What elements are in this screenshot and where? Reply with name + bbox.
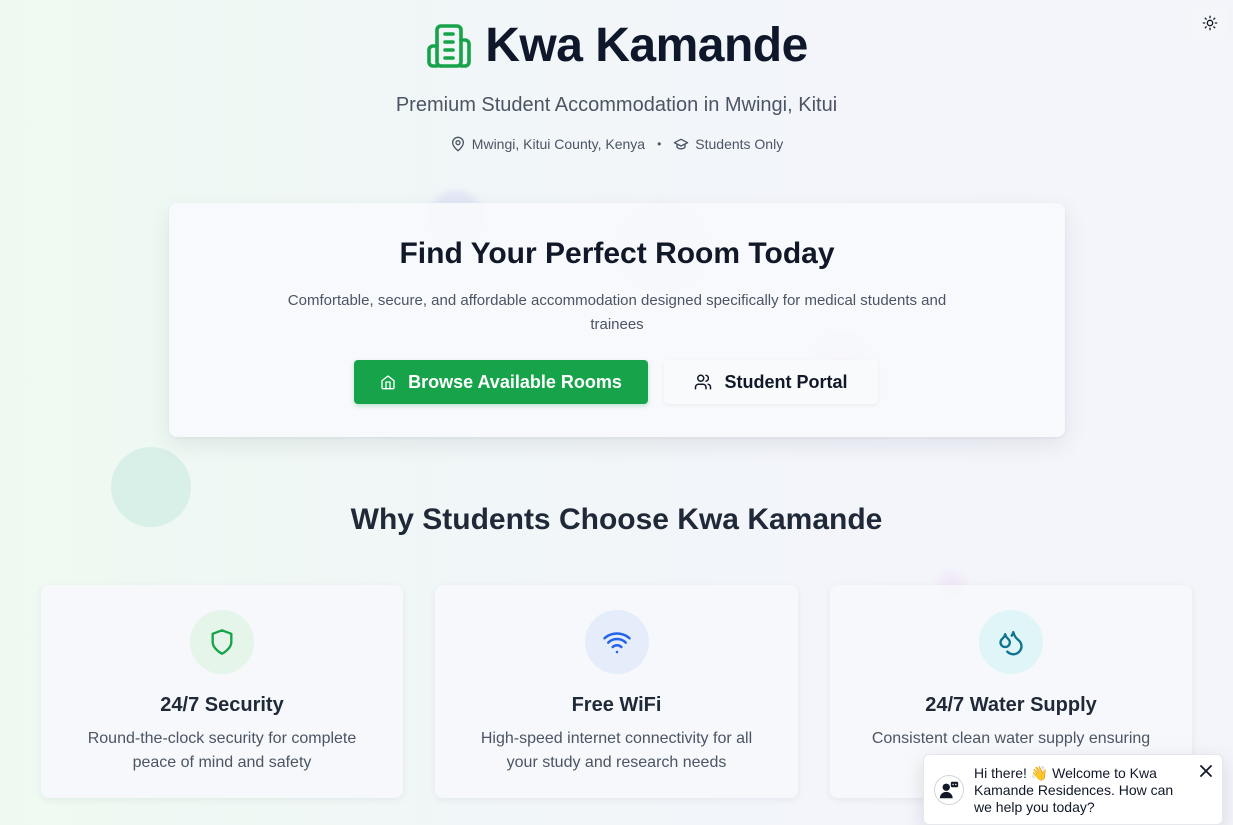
shield-icon bbox=[211, 629, 233, 655]
map-pin-icon bbox=[451, 136, 464, 152]
brand: Kwa Kamande bbox=[0, 18, 1233, 73]
student-portal-label: Student Portal bbox=[724, 371, 848, 392]
hero-card: Find Your Perfect Room Today Comfortable… bbox=[169, 203, 1065, 437]
feature-title: 24/7 Water Supply bbox=[925, 694, 1097, 716]
header-meta: Mwingi, Kitui County, Kenya • Students O… bbox=[0, 136, 1233, 152]
browse-rooms-button[interactable]: Browse Available Rooms bbox=[354, 360, 648, 404]
close-icon bbox=[1200, 765, 1212, 777]
feature-description: High-speed internet connectivity for all… bbox=[480, 730, 753, 771]
chat-avatar bbox=[934, 775, 964, 805]
meta-separator: • bbox=[657, 137, 662, 151]
tagline: Premium Student Accommodation in Mwingi,… bbox=[395, 94, 838, 116]
droplets-icon bbox=[999, 630, 1023, 656]
wifi-icon bbox=[602, 632, 631, 654]
home-icon bbox=[381, 375, 395, 390]
chat-message: Hi there! 👋 Welcome to Kwa Kamande Resid… bbox=[974, 765, 1174, 815]
hero-description: Comfortable, secure, and affordable acco… bbox=[287, 292, 947, 333]
feature-description: Consistent clean water supply ensuring bbox=[871, 730, 1151, 747]
chat-popup[interactable]: Hi there! 👋 Welcome to Kwa Kamande Resid… bbox=[923, 754, 1223, 825]
location-text: Mwingi, Kitui County, Kenya bbox=[471, 136, 646, 152]
feature-title: Free WiFi bbox=[571, 694, 662, 716]
browse-rooms-label: Browse Available Rooms bbox=[408, 371, 622, 392]
feature-card-wifi: Free WiFi High-speed internet connectivi… bbox=[435, 585, 798, 798]
feature-card-security: 24/7 Security Round-the-clock security f… bbox=[41, 585, 403, 798]
feature-title: 24/7 Security bbox=[160, 694, 284, 716]
feature-icon-badge bbox=[584, 610, 649, 674]
support-agent-icon bbox=[939, 781, 959, 799]
feature-icon-badge bbox=[979, 610, 1043, 674]
feature-icon-badge bbox=[190, 610, 254, 674]
building-icon bbox=[427, 23, 471, 68]
users-icon bbox=[695, 374, 712, 390]
student-portal-button[interactable]: Student Portal bbox=[664, 360, 878, 404]
graduation-cap-icon bbox=[673, 138, 689, 150]
features-section-title: Why Students Choose Kwa Kamande bbox=[350, 503, 883, 536]
feature-description: Round-the-clock security for complete pe… bbox=[87, 730, 357, 771]
hero-title: Find Your Perfect Room Today bbox=[399, 237, 835, 270]
chat-close-button[interactable] bbox=[1198, 763, 1214, 779]
brand-name: Kwa Kamande bbox=[485, 19, 808, 72]
audience-text: Students Only bbox=[695, 136, 784, 152]
